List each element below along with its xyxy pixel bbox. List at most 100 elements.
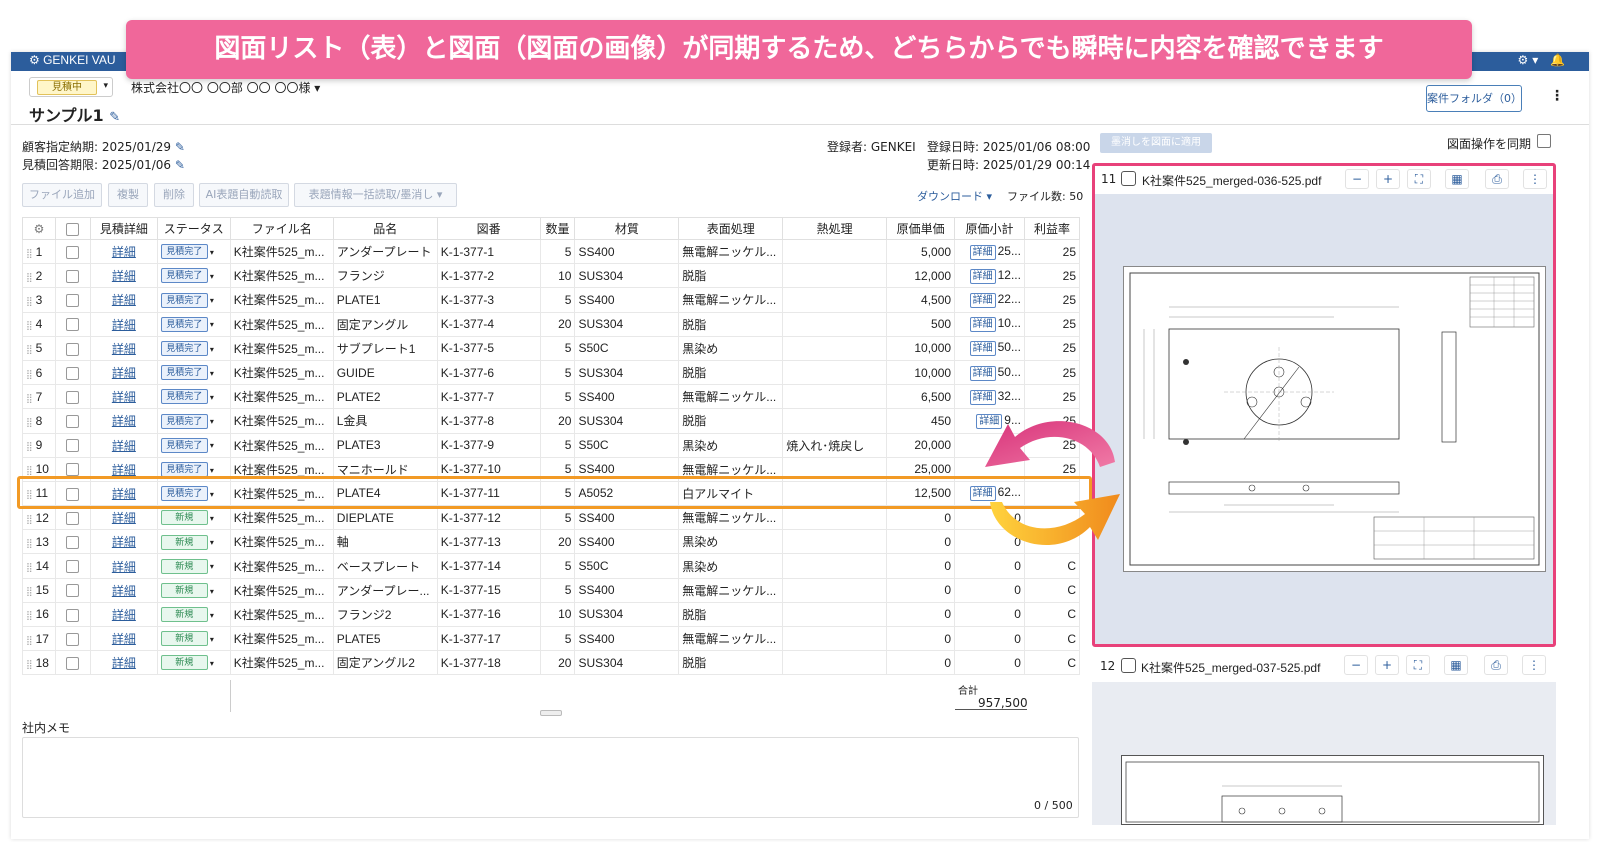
row-checkbox[interactable] bbox=[54, 553, 91, 579]
row-checkbox[interactable] bbox=[54, 335, 91, 361]
subtotal-cell[interactable]: 詳細 12... bbox=[954, 263, 1025, 289]
file-name-cell[interactable]: K社案件525_m... bbox=[229, 335, 334, 361]
chevron-down-icon[interactable]: ▾ bbox=[210, 587, 214, 596]
bulk-read-button[interactable]: 表題情報一括読取/墨消し ▾ bbox=[294, 183, 457, 207]
edit-pencil-icon[interactable]: ✎ bbox=[175, 158, 185, 172]
column-header[interactable]: 材質 bbox=[574, 217, 680, 240]
surface-cell[interactable]: 脱脂 bbox=[678, 311, 784, 337]
zoom-in-icon[interactable]: + bbox=[1375, 655, 1399, 675]
drawing-number-cell[interactable]: K-1-377-14 bbox=[436, 553, 541, 579]
material-cell[interactable]: S50C bbox=[574, 335, 680, 361]
drag-handle-icon[interactable]: ⣿ bbox=[26, 441, 33, 451]
surface-cell[interactable]: 黒染め bbox=[678, 529, 784, 555]
unit-cost-cell[interactable]: 20,000 bbox=[886, 432, 956, 458]
row-number[interactable]: ⣿ 9 bbox=[22, 432, 56, 458]
detail-link[interactable]: 詳細 bbox=[89, 408, 158, 434]
row-number[interactable]: ⣿ 3 bbox=[22, 287, 56, 313]
file-name-cell[interactable]: K社案件525_m... bbox=[229, 287, 334, 313]
column-header[interactable]: 利益率 bbox=[1023, 217, 1080, 240]
row-checkbox[interactable] bbox=[54, 505, 91, 531]
cost-detail-button[interactable]: 詳細 bbox=[969, 341, 996, 357]
table-row[interactable]: ⣿ 3 詳細 見積完了 ▾ K社案件525_m... PLATE1 K-1-377-3 5 SS4… bbox=[22, 287, 1080, 313]
item-name-cell[interactable]: PLATE1 bbox=[332, 287, 438, 313]
status-cell[interactable]: 見積完了 ▾ bbox=[156, 384, 231, 410]
drag-handle-icon[interactable]: ⣿ bbox=[26, 635, 33, 645]
drawing-number-cell[interactable]: K-1-377-5 bbox=[436, 335, 541, 361]
quantity-cell[interactable]: 5 bbox=[539, 505, 576, 531]
drawing-sheet-image[interactable] bbox=[1123, 266, 1546, 572]
preview-icon[interactable]: ⎙ bbox=[1485, 169, 1509, 189]
material-cell[interactable]: SUS304 bbox=[574, 359, 680, 386]
column-header[interactable]: ステータス bbox=[156, 217, 231, 240]
drawing-number-cell[interactable]: K-1-377-7 bbox=[436, 384, 541, 410]
row-checkbox[interactable] bbox=[54, 384, 91, 410]
row-number[interactable]: ⣿ 14 bbox=[22, 553, 56, 579]
drawing-number-cell[interactable]: K-1-377-3 bbox=[436, 287, 541, 313]
table-row[interactable]: ⣿ 13 詳細 新規 ▾ K社案件525_m... 軸 K-1-377-13 20 SS400 黒染… bbox=[22, 529, 1080, 555]
column-header[interactable]: 数量 bbox=[539, 217, 576, 240]
file-name-cell[interactable]: K社案件525_m... bbox=[229, 601, 334, 628]
chevron-down-icon[interactable]: ▾ bbox=[210, 296, 214, 305]
notification-bell-icon[interactable]: 🔔 bbox=[1550, 53, 1569, 67]
heat-cell[interactable] bbox=[782, 529, 888, 555]
chevron-down-icon[interactable]: ▾ bbox=[210, 635, 214, 644]
detail-link[interactable]: 詳細 bbox=[89, 650, 158, 676]
cost-detail-button[interactable]: 詳細 bbox=[969, 317, 996, 333]
unit-cost-cell[interactable]: 6,500 bbox=[886, 384, 956, 410]
resize-handle[interactable] bbox=[540, 710, 562, 716]
unit-cost-cell[interactable]: 5,000 bbox=[886, 238, 956, 265]
item-name-cell[interactable]: PLATE3 bbox=[332, 432, 438, 458]
chevron-down-icon[interactable]: ▾ bbox=[210, 393, 214, 402]
drawing-number-cell[interactable]: K-1-377-2 bbox=[436, 263, 541, 289]
status-cell[interactable]: 見積完了 ▾ bbox=[156, 359, 231, 386]
status-cell[interactable]: 見積完了 ▾ bbox=[156, 335, 231, 361]
detail-link[interactable]: 詳細 bbox=[89, 432, 158, 458]
status-cell[interactable]: 見積完了 ▾ bbox=[156, 432, 231, 458]
add-file-button[interactable]: ファイル追加 bbox=[22, 183, 102, 207]
cost-detail-button[interactable]: 詳細 bbox=[969, 365, 996, 381]
table-row[interactable]: ⣿ 4 詳細 見積完了 ▾ K社案件525_m... 固定アングル K-1-377-4 20 SU… bbox=[22, 311, 1080, 337]
cost-detail-button[interactable]: 詳細 bbox=[969, 244, 996, 260]
subtotal-cell[interactable]: 0 bbox=[954, 625, 1025, 652]
drawing-number-cell[interactable]: K-1-377-4 bbox=[436, 311, 541, 337]
row-checkbox[interactable] bbox=[54, 287, 91, 313]
subtotal-cell[interactable]: 詳細 10... bbox=[954, 311, 1025, 337]
drag-handle-icon[interactable]: ⣿ bbox=[26, 417, 33, 427]
chevron-down-icon[interactable]: ▾ bbox=[210, 272, 214, 281]
surface-cell[interactable]: 無電解ニッケル... bbox=[678, 287, 784, 313]
table-row[interactable]: ⣿ 7 詳細 見積完了 ▾ K社案件525_m... PLATE2 K-1-377-7 5 SS4… bbox=[22, 384, 1080, 410]
item-name-cell[interactable]: GUIDE bbox=[332, 359, 438, 386]
unit-cost-cell[interactable]: 0 bbox=[886, 553, 956, 579]
detail-link[interactable]: 詳細 bbox=[89, 577, 158, 603]
row-checkbox[interactable] bbox=[54, 238, 91, 265]
surface-cell[interactable]: 脱脂 bbox=[678, 263, 784, 289]
file-name-cell[interactable]: K社案件525_m... bbox=[229, 359, 334, 386]
drag-handle-icon[interactable]: ⣿ bbox=[26, 296, 33, 306]
drawing-number-cell[interactable]: K-1-377-18 bbox=[436, 650, 541, 676]
column-header[interactable]: 品名 bbox=[332, 217, 438, 240]
subtotal-cell[interactable]: 詳細 50... bbox=[954, 359, 1025, 386]
table-row[interactable]: ⣿ 6 詳細 見積完了 ▾ K社案件525_m... GUIDE K-1-377-6 5 SUS3… bbox=[22, 359, 1080, 386]
material-cell[interactable]: S50C bbox=[574, 553, 680, 579]
table-row[interactable]: ⣿ 9 詳細 見積完了 ▾ K社案件525_m... PLATE3 K-1-377-9 5 S50… bbox=[22, 432, 1080, 458]
drawing-number-cell[interactable]: K-1-377-17 bbox=[436, 625, 541, 652]
table-row[interactable]: ⣿ 8 詳細 見積完了 ▾ K社案件525_m... L金具 K-1-377-8 20 SUS30… bbox=[22, 408, 1080, 434]
status-cell[interactable]: 新規 ▾ bbox=[156, 553, 231, 579]
heat-cell[interactable] bbox=[782, 408, 888, 434]
edit-pencil-icon[interactable]: ✎ bbox=[175, 140, 185, 154]
material-cell[interactable]: SS400 bbox=[574, 505, 680, 531]
quantity-cell[interactable]: 10 bbox=[539, 263, 576, 289]
material-cell[interactable]: SS400 bbox=[574, 238, 680, 265]
item-name-cell[interactable]: PLATE5 bbox=[332, 625, 438, 652]
surface-cell[interactable]: 黒染め bbox=[678, 553, 784, 579]
unit-cost-cell[interactable]: 10,000 bbox=[886, 335, 956, 361]
case-folder-button[interactable]: 案件フォルダ（0） bbox=[1426, 85, 1522, 112]
detail-link[interactable]: 詳細 bbox=[89, 553, 158, 579]
row-checkbox[interactable] bbox=[54, 359, 91, 386]
table-row[interactable]: ⣿ 18 詳細 新規 ▾ K社案件525_m... 固定アングル2 K-1-377-18 20 S… bbox=[22, 650, 1080, 676]
row-checkbox[interactable] bbox=[54, 432, 91, 458]
unit-cost-cell[interactable]: 0 bbox=[886, 529, 956, 555]
row-number[interactable]: ⣿ 16 bbox=[22, 601, 56, 628]
item-name-cell[interactable]: ベースプレート bbox=[332, 553, 438, 579]
detail-link[interactable]: 詳細 bbox=[89, 287, 158, 313]
